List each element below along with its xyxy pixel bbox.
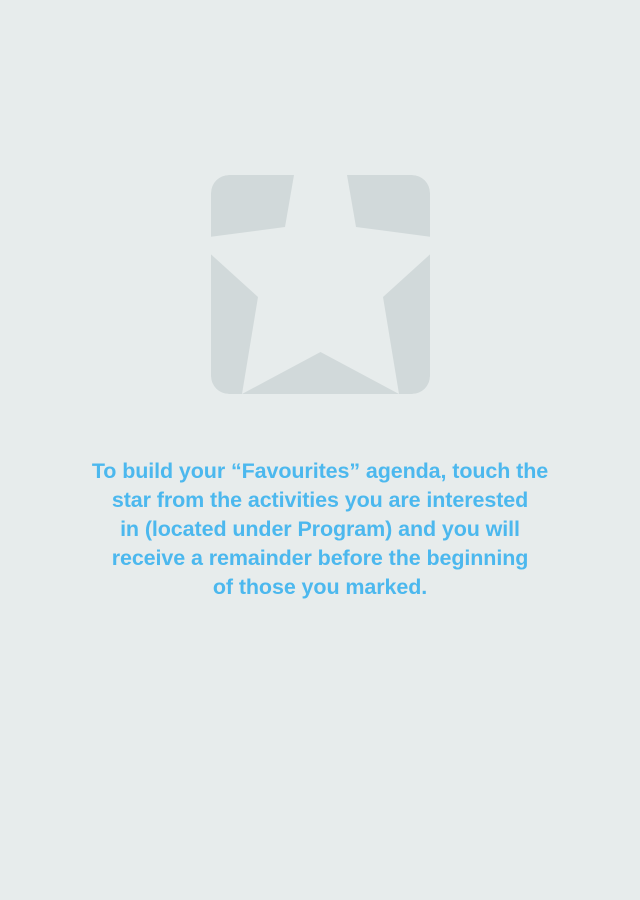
instruction-line: receive a remainder before the beginning xyxy=(111,546,529,570)
favourites-instructions: To build your “Favourites” agenda, touch… xyxy=(40,457,600,602)
favourites-empty-state: To build your “Favourites” agenda, touch… xyxy=(0,0,640,900)
instruction-line: To build your “Favourites” agenda, touch… xyxy=(91,459,549,483)
instruction-line: of those you marked. xyxy=(212,575,428,599)
instruction-line: star from the activities you are interes… xyxy=(111,488,529,512)
instruction-line: in (located under Program) and you will xyxy=(120,517,520,541)
star-icon xyxy=(211,175,430,394)
